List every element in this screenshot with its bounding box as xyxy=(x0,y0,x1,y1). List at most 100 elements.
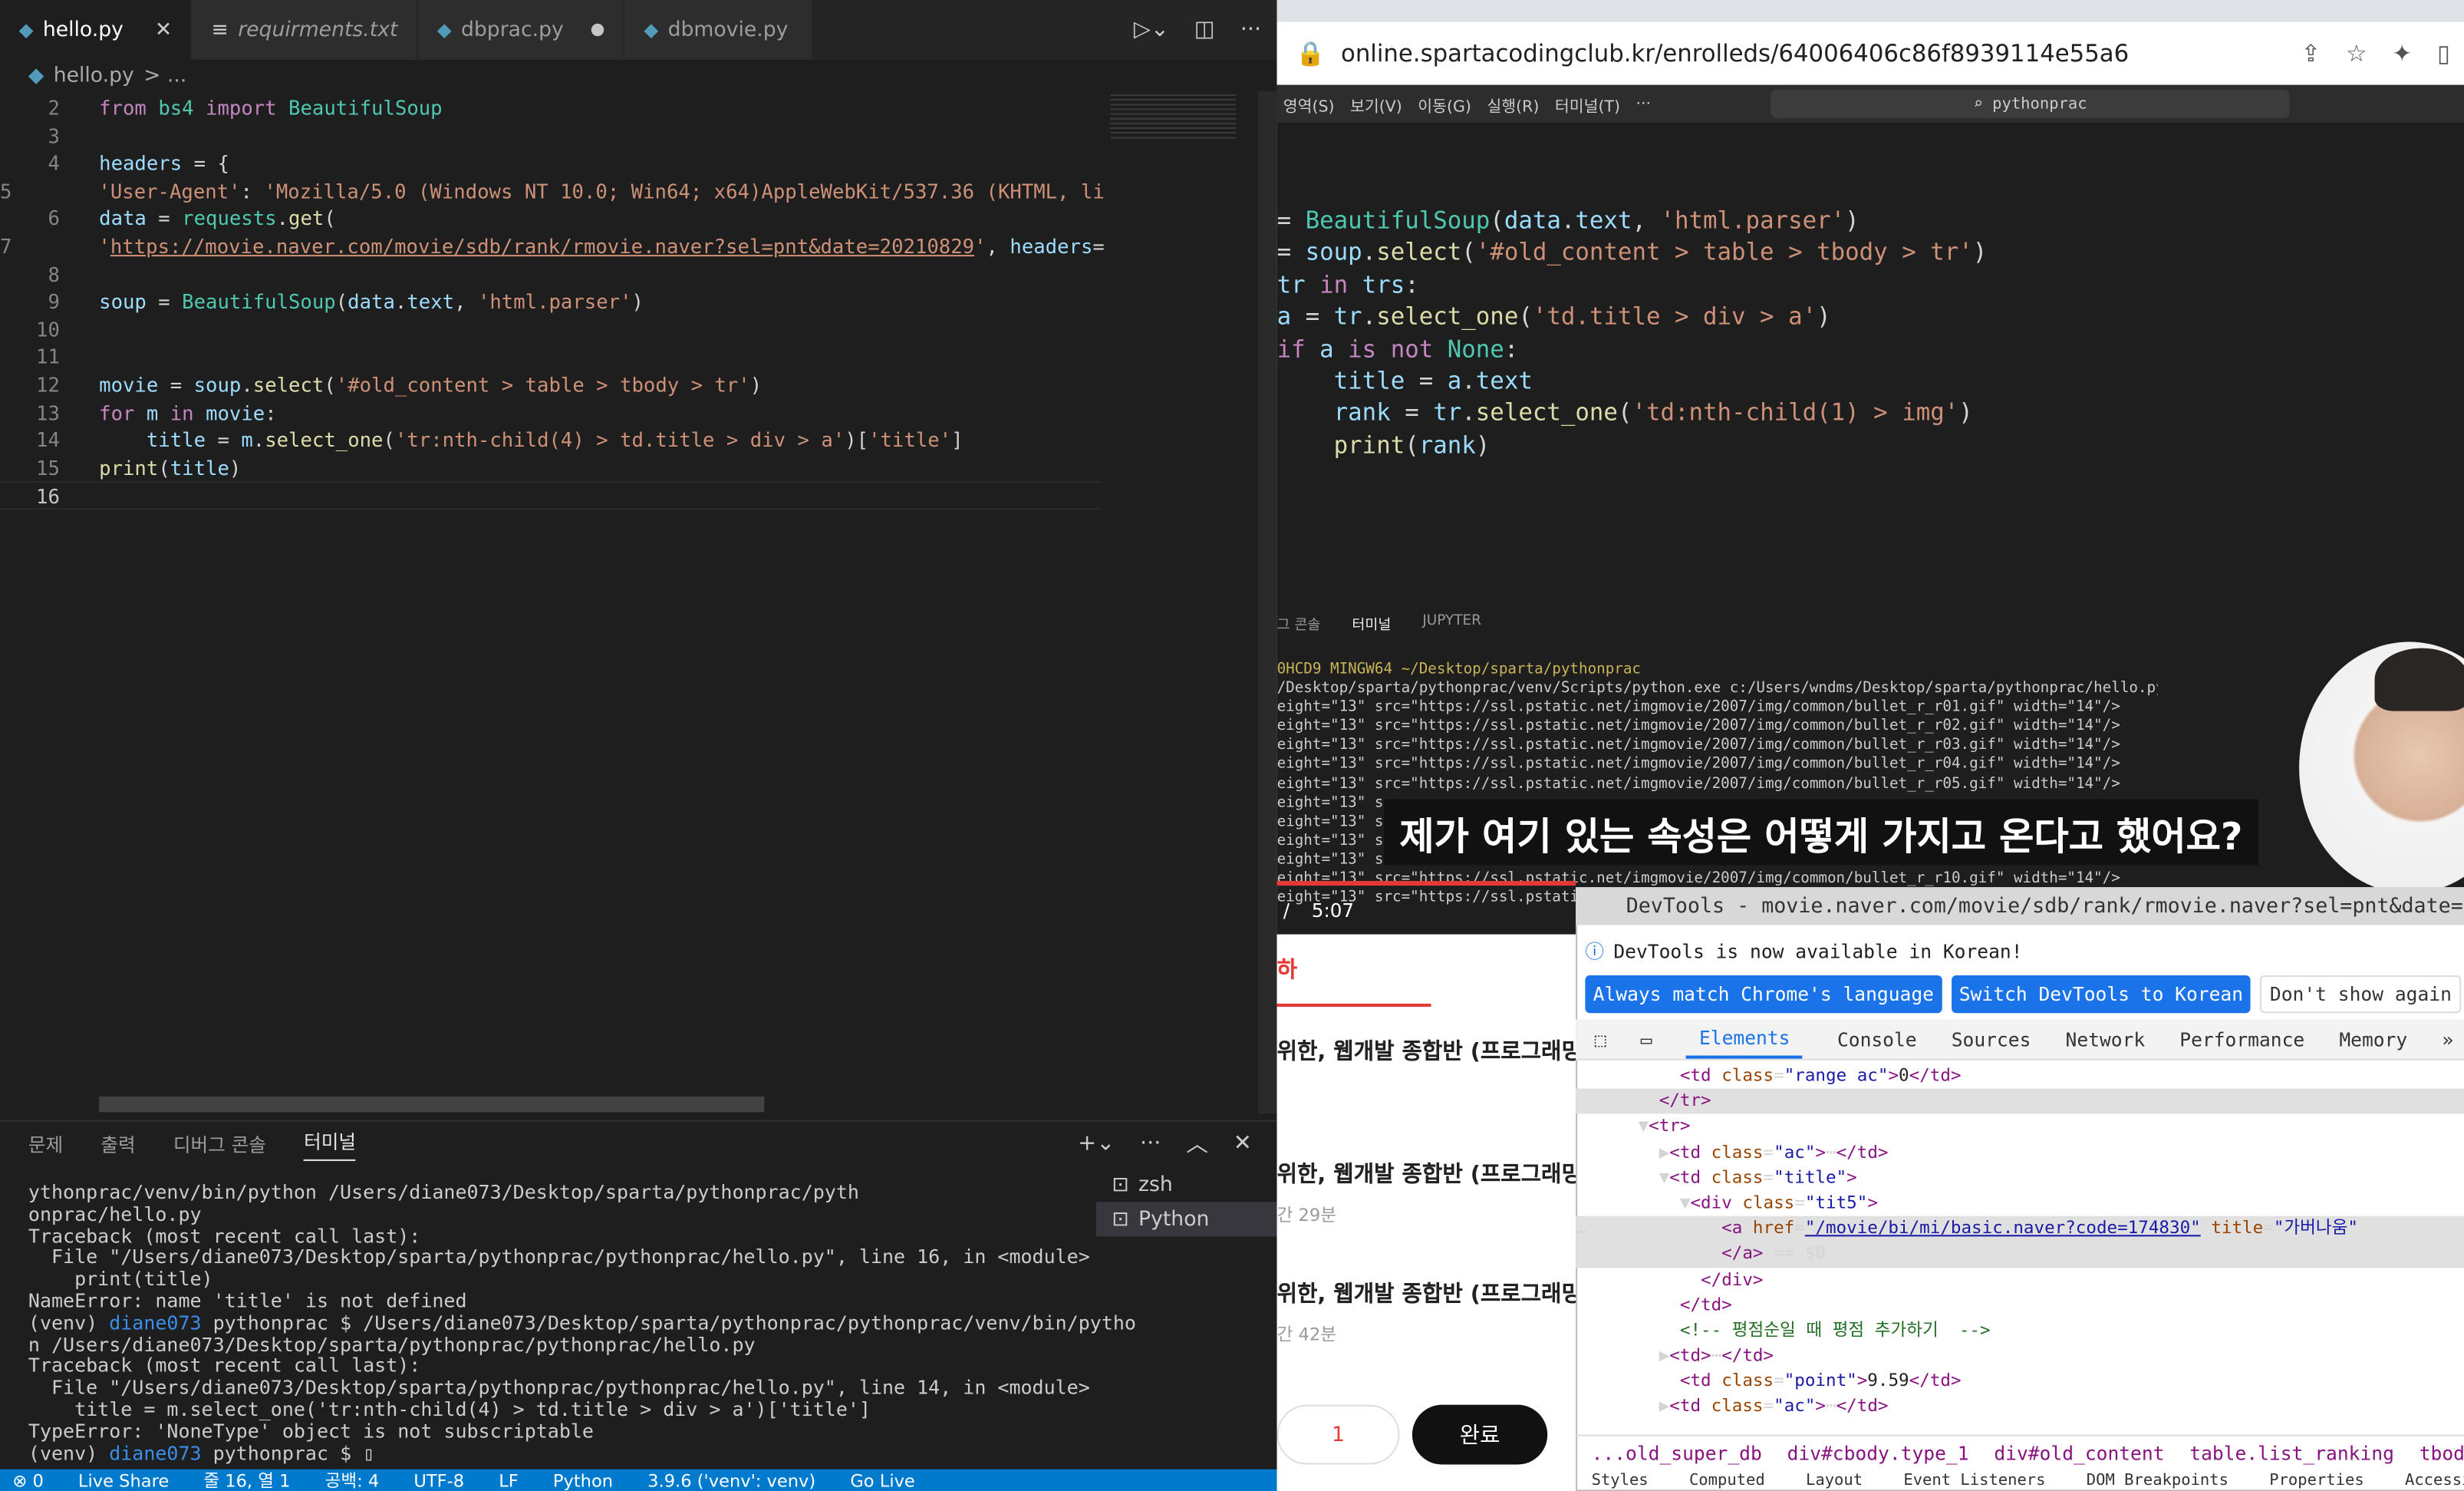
extension-icon[interactable]: ✦ xyxy=(2392,39,2412,68)
elements-tree[interactable]: <td class="range ac">0</td> </tr> ▼<tr> … xyxy=(1576,1064,2464,1435)
lecture-title[interactable]: 위한, 웹개발 종합반 (프로그래밍 xyxy=(1277,1035,1582,1067)
done-button[interactable]: 완료 xyxy=(1412,1405,1547,1465)
dont-show-button[interactable]: Don't show again xyxy=(2261,975,2462,1013)
bookmark-star-icon[interactable]: ☆ xyxy=(2346,39,2367,68)
dom-node[interactable]: <td class="point">9.59</td> xyxy=(1576,1369,2464,1394)
devtools-tab[interactable]: Network xyxy=(2066,1028,2146,1051)
dom-node[interactable]: <td class="range ac">0</td> xyxy=(1576,1064,2464,1089)
styles-tab[interactable]: Event Listeners xyxy=(1903,1473,2045,1491)
devtools-tab[interactable]: Sources xyxy=(1952,1028,2031,1051)
status-item[interactable]: Live Share xyxy=(78,1470,169,1491)
dom-node[interactable]: </a> == $0 xyxy=(1576,1242,2464,1267)
dom-crumb[interactable]: table.list_ranking xyxy=(2189,1442,2394,1464)
status-item[interactable]: Python xyxy=(553,1470,613,1491)
styles-tab[interactable]: Computed xyxy=(1689,1473,1765,1491)
more-icon[interactable]: ··· xyxy=(1140,1131,1161,1156)
switch-korean-button[interactable]: Switch DevTools to Korean xyxy=(1952,975,2252,1013)
breadcrumb-file[interactable]: hello.py xyxy=(54,64,134,87)
video-search-box: ⌕ pythonprac xyxy=(1771,90,2290,118)
match-language-button[interactable]: Always match Chrome's language xyxy=(1585,975,1942,1013)
terminal-list: ⊡zsh ⊡Python xyxy=(1096,1167,1277,1262)
video-code: = BeautifulSoup(data.text, 'html.parser'… xyxy=(1277,205,2464,462)
lecture-title[interactable]: 위한, 웹개발 종합반 (프로그래밍 xyxy=(1277,1158,1582,1189)
dom-node[interactable]: … <a href="/movie/bi/mi/basic.naver?code… xyxy=(1576,1216,2464,1242)
browser-tab-strip[interactable] xyxy=(1277,0,2464,22)
dom-node[interactable]: ▼<tr> xyxy=(1576,1114,2464,1140)
dom-node[interactable]: ▶<td>⋯</td> xyxy=(1576,1344,2464,1369)
dom-node[interactable]: </tr> xyxy=(1576,1089,2464,1114)
devtools-tab[interactable]: Elements xyxy=(1687,1020,1803,1057)
python-file-icon: ◆ xyxy=(437,19,452,41)
device-toggle-icon[interactable]: ▭ xyxy=(1641,1028,1652,1051)
video-progress-bar[interactable] xyxy=(1277,881,1576,886)
lecture-accent-line xyxy=(1277,1004,1431,1007)
styles-tab[interactable]: DOM Breakpoints xyxy=(2087,1473,2228,1491)
dom-node[interactable]: ▶<td class="ac">⋯</td> xyxy=(1576,1394,2464,1420)
styles-tab[interactable]: Accessibility xyxy=(2405,1473,2464,1491)
url-text[interactable]: online.spartacodingclub.kr/enrolleds/640… xyxy=(1341,39,2127,68)
dom-node[interactable]: </div> xyxy=(1576,1267,2464,1292)
dom-node[interactable]: ▶<td class="ac">⋯</td> xyxy=(1576,1140,2464,1165)
status-item[interactable]: ⊗ 0 xyxy=(12,1470,43,1491)
more-tabs-icon[interactable]: » xyxy=(2442,1028,2453,1051)
inspect-icon[interactable]: ⬚ xyxy=(1595,1028,1606,1051)
terminal-label: Python xyxy=(1138,1207,1209,1231)
code-editor[interactable]: 2from bs4 import BeautifulSoup34headers … xyxy=(0,94,1101,510)
split-editor-icon[interactable]: ◫ xyxy=(1194,18,1215,43)
video-terminal-line: eight="13" src="https://ssl.pstatic.net/… xyxy=(1277,717,2158,737)
add-terminal-icon[interactable]: +⌄ xyxy=(1078,1131,1115,1156)
text-file-icon: ≡ xyxy=(212,18,229,42)
status-item[interactable]: UTF-8 xyxy=(413,1470,464,1491)
status-item[interactable]: 줄 16, 열 1 xyxy=(203,1470,290,1491)
tab-requirements[interactable]: ≡requirments.txt xyxy=(193,0,418,60)
styles-tab[interactable]: Properties xyxy=(2269,1473,2364,1491)
video-terminal-line: eight="13" src="https://ssl.pstatic.net/… xyxy=(1277,775,2158,794)
minimap[interactable] xyxy=(1105,91,1257,1114)
close-icon[interactable]: ✕ xyxy=(1234,1131,1252,1156)
status-item[interactable]: LF xyxy=(499,1470,519,1491)
status-item[interactable]: 3.9.6 ('venv': venv) xyxy=(647,1470,815,1491)
tab-hello-py[interactable]: ◆hello.py✕ xyxy=(0,0,193,60)
page-input[interactable]: 1 xyxy=(1277,1405,1400,1465)
code-line: 16 xyxy=(0,482,1101,510)
maximize-icon[interactable]: ︿ xyxy=(1186,1128,1208,1159)
panel-tab[interactable]: 디버그 콘솔 xyxy=(173,1130,266,1157)
styles-tab[interactable]: Styles xyxy=(1592,1473,1649,1491)
instructor-hair xyxy=(2375,648,2464,711)
horizontal-scrollbar[interactable] xyxy=(99,1097,764,1113)
dom-crumb[interactable]: div#cbody.type_1 xyxy=(1787,1442,1969,1464)
dom-crumb[interactable]: div#old_content xyxy=(1994,1442,2164,1464)
run-icon[interactable]: ▷⌄ xyxy=(1134,18,1169,43)
tab-dbprac[interactable]: ◆dbprac.py xyxy=(418,0,625,60)
terminal-item-zsh[interactable]: ⊡zsh xyxy=(1096,1167,1277,1202)
vscode-window: ◆hello.py✕ ≡requirments.txt ◆dbprac.py ◆… xyxy=(0,0,1277,1491)
tab-dbmovie[interactable]: ◆dbmovie.py xyxy=(625,0,814,60)
status-item[interactable]: Go Live xyxy=(850,1470,914,1491)
terminal-output[interactable]: ythonprac/venv/bin/python /Users/diane07… xyxy=(28,1183,1082,1466)
line-number: 7 xyxy=(0,233,12,260)
status-item[interactable]: 공백: 4 xyxy=(325,1470,380,1491)
dom-node[interactable]: ▼<td class="title"> xyxy=(1576,1166,2464,1191)
devtools-tab[interactable]: Performance xyxy=(2179,1028,2304,1051)
styles-tab[interactable]: Layout xyxy=(1806,1473,1863,1491)
panel-tab[interactable]: 문제 xyxy=(28,1130,63,1157)
devtools-tab[interactable]: Memory xyxy=(2339,1028,2407,1051)
terminal-item-python[interactable]: ⊡Python xyxy=(1096,1202,1277,1236)
dom-node[interactable]: </td> xyxy=(1576,1292,2464,1318)
devtools-tab[interactable]: Console xyxy=(1837,1028,1917,1051)
dom-crumb[interactable]: ...old_super_db xyxy=(1592,1442,1762,1464)
dom-node[interactable]: <!-- 평점순일 때 평점 추가하기 --> xyxy=(1576,1318,2464,1344)
dom-node[interactable]: ▼<div class="tit5"> xyxy=(1576,1191,2464,1216)
share-icon[interactable]: ⇪ xyxy=(2301,39,2321,68)
panel-tab[interactable]: 출력 xyxy=(100,1130,135,1157)
video-code-line: if a is not None: xyxy=(1277,333,2464,365)
lecture-accent-icon: 하 xyxy=(1277,953,1297,985)
lecture-title[interactable]: 위한, 웹개발 종합반 (프로그래밍 xyxy=(1277,1278,1582,1309)
more-icon[interactable]: ··· xyxy=(1240,18,1261,43)
dom-crumb[interactable]: tbody xyxy=(2420,1442,2464,1464)
close-icon[interactable]: ✕ xyxy=(155,18,172,42)
line-number: 12 xyxy=(0,371,60,399)
sidebar-icon[interactable]: ▯ xyxy=(2437,39,2450,68)
vertical-scrollbar[interactable] xyxy=(1258,91,1277,1114)
panel-tab[interactable]: 터미널 xyxy=(304,1127,356,1160)
